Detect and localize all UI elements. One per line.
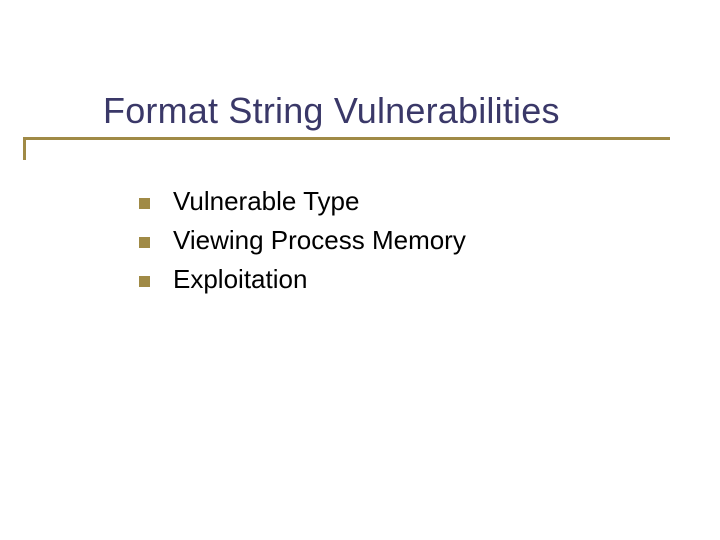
list-item-text: Exploitation bbox=[173, 264, 307, 295]
list-item-text: Vulnerable Type bbox=[173, 186, 359, 217]
bullet-list: Vulnerable Type Viewing Process Memory E… bbox=[139, 184, 659, 301]
list-item-text: Viewing Process Memory bbox=[173, 225, 466, 256]
list-item: Viewing Process Memory bbox=[139, 223, 659, 259]
title-tick bbox=[23, 137, 26, 160]
list-item: Exploitation bbox=[139, 262, 659, 298]
square-bullet-icon bbox=[139, 237, 150, 248]
slide: Format String Vulnerabilities Vulnerable… bbox=[0, 0, 720, 540]
list-item: Vulnerable Type bbox=[139, 184, 659, 220]
square-bullet-icon bbox=[139, 276, 150, 287]
square-bullet-icon bbox=[139, 198, 150, 209]
title-underline bbox=[23, 137, 670, 140]
title-wrap: Format String Vulnerabilities bbox=[103, 90, 663, 131]
slide-title: Format String Vulnerabilities bbox=[103, 90, 663, 131]
